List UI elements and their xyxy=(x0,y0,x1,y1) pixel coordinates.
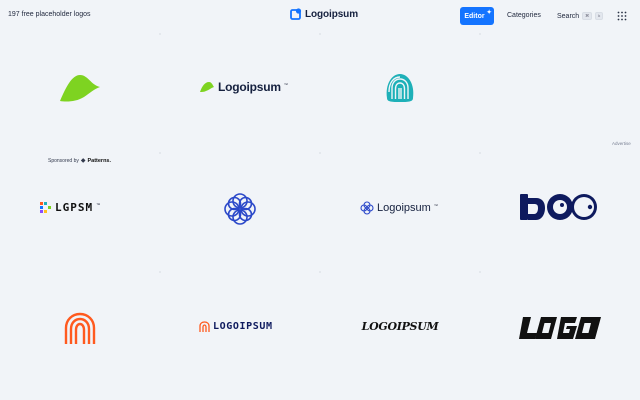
grid-dot xyxy=(159,152,161,154)
orange-arch-logo[interactable] xyxy=(63,312,97,346)
editor-label: Editor xyxy=(464,12,485,20)
shortcut-key-cmd: ⌘ xyxy=(582,12,593,20)
patterns-icon: ◆ xyxy=(80,158,86,164)
logo-wordmark: Logoipsum xyxy=(218,80,281,94)
logo-wordmark: Logoipsum xyxy=(377,202,431,214)
grid-dot xyxy=(319,152,321,154)
brand-name: Logoipsum xyxy=(305,8,358,20)
search-button[interactable]: Search ⌘ k xyxy=(557,12,604,20)
grid-menu-icon[interactable] xyxy=(617,11,627,21)
pixel-lgpsm-logo[interactable]: LGPSM ™ xyxy=(40,201,100,214)
gothic-wordmark-logo[interactable]: LOGOIPSUM xyxy=(359,316,441,336)
trademark-icon: ™ xyxy=(283,81,288,87)
grid-dot xyxy=(319,33,321,35)
sparkle-icon: ✦ xyxy=(486,10,492,16)
categories-link[interactable]: Categories xyxy=(507,12,541,19)
sponsor-label[interactable]: Sponsored by ◆ Patterns. xyxy=(48,157,112,165)
advertise-link[interactable]: Advertise xyxy=(612,141,631,146)
trademark-icon: ™ xyxy=(96,202,101,207)
logo-wordmark: LOGOIPSUM xyxy=(213,321,273,332)
grid-dot xyxy=(159,271,161,273)
editor-button[interactable]: Editor ✦ xyxy=(460,7,494,25)
logo-wordmark: LOGOIPSUM xyxy=(359,319,441,333)
sponsor-prefix: Sponsored by xyxy=(48,157,79,164)
sponsor-name: Patterns. xyxy=(87,157,112,164)
grid-dot xyxy=(159,33,161,35)
orange-logoipsum-logo[interactable]: LOGOIPSUM xyxy=(199,321,273,332)
grid-dot xyxy=(479,152,481,154)
blue-logoipsum-logo[interactable]: Logoipsum ™ xyxy=(360,201,438,215)
grid-dot xyxy=(479,33,481,35)
orange-arch-small-icon xyxy=(199,321,210,332)
green-logoipsum-logo[interactable]: Logoipsum ™ xyxy=(199,80,288,94)
pixel-blocks-icon xyxy=(40,201,51,213)
grid-dot xyxy=(479,271,481,273)
blue-knot-logo[interactable] xyxy=(222,191,258,227)
logo-count: 197 free placeholder logos xyxy=(8,11,91,18)
grid-dot xyxy=(319,271,321,273)
trademark-icon: ™ xyxy=(433,202,438,208)
shortcut-key-k: k xyxy=(595,12,604,20)
navy-monogram-logo[interactable] xyxy=(520,192,600,222)
blue-flower-icon xyxy=(360,201,374,215)
top-bar: 197 free placeholder logos Logoipsum Edi… xyxy=(0,0,640,34)
teal-fingerprint-logo[interactable] xyxy=(384,72,416,104)
brand-icon xyxy=(290,8,302,20)
logo-wordmark: LGPSM xyxy=(55,201,94,214)
green-leaf-icon xyxy=(200,82,214,92)
black-geometric-logo[interactable] xyxy=(519,313,601,341)
search-label: Search xyxy=(557,12,580,20)
green-wave-logo[interactable] xyxy=(58,73,102,103)
brand-logo[interactable]: Logoipsum xyxy=(290,8,358,20)
